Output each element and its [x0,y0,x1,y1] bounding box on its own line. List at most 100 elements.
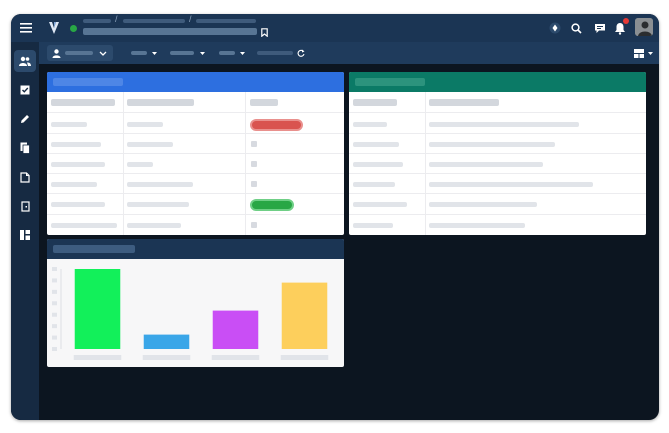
menu-icon[interactable] [19,21,33,35]
panel-chart [47,239,344,367]
sidebar-item-edit[interactable] [14,108,36,130]
layout-icon [633,48,644,58]
pencil-icon [20,114,30,124]
copy-icon [20,142,30,154]
y-tick-label [52,267,57,271]
table-cell [353,182,395,187]
chart-bar[interactable] [281,282,328,349]
table-cell [51,182,97,187]
user-icon [51,48,61,58]
panel-header [47,72,344,92]
status-indicator [251,222,257,228]
status-indicator [251,181,257,187]
table-cell [127,223,181,228]
row-divider [47,112,344,113]
table-cell [353,142,399,147]
sidebar-item-users[interactable] [14,50,36,72]
x-tick-label [73,355,122,360]
chart-bar[interactable] [143,334,190,349]
search-icon[interactable] [569,21,583,35]
panel-title [355,78,425,86]
table-cell [353,122,387,127]
checkbox-icon [20,85,30,95]
y-tick-label [52,289,57,294]
table-cell [127,162,153,167]
breadcrumb-item-1[interactable] [83,19,111,23]
chart-bar[interactable] [212,310,259,349]
y-tick-label [52,278,57,283]
row-divider [47,214,344,215]
column-header[interactable] [127,99,194,106]
table-cell [127,182,193,187]
table-cell [353,223,393,228]
y-tick-label [52,335,57,340]
panel-table-green [349,72,646,235]
panel-title [53,245,135,253]
sidebar [11,42,39,420]
row-divider [349,193,646,194]
table-cell [51,223,117,228]
panel-header [349,72,646,92]
menu-label-3 [219,51,235,55]
connection-status [70,25,77,32]
status-indicator [251,141,257,147]
row-divider [47,193,344,194]
sidebar-item-tasks[interactable] [14,79,36,101]
caret-down-icon [239,50,245,56]
chat-icon[interactable] [593,21,607,35]
y-tick-label [52,347,57,351]
logo-icon[interactable] [47,20,61,36]
layout-switcher[interactable] [633,46,655,60]
column-header[interactable] [429,99,499,106]
table-cell [429,162,543,167]
top-bar: / / [11,14,659,42]
toolbar [39,42,659,64]
user-selector[interactable] [47,45,113,61]
table-cell [51,202,105,207]
column-header[interactable] [250,99,278,106]
row-divider [47,133,344,134]
table-cell [127,142,173,147]
sidebar-item-dashboard[interactable] [14,224,36,246]
caret-down-icon [199,50,205,56]
table-cell [51,122,87,127]
menu-label-2 [170,51,194,55]
sidebar-item-copy[interactable] [14,137,36,159]
sync-status-text [257,51,293,55]
caret-down-icon [151,50,157,56]
status-badge-success [250,199,294,211]
x-tick-label [211,355,260,360]
table-cell [429,122,579,127]
status-indicator [251,161,257,167]
column-header[interactable] [353,99,397,106]
menu-label-1 [131,51,147,55]
status-badge-error [250,119,303,131]
breadcrumb-separator: / [115,14,118,24]
caret-down-icon [647,50,653,56]
table-cell [429,182,593,187]
sidebar-item-documents[interactable] [14,166,36,188]
row-divider [349,173,646,174]
y-tick-label [52,312,57,317]
refresh-icon[interactable] [296,48,305,57]
document-title[interactable] [83,28,257,35]
row-divider [47,153,344,154]
column-header[interactable] [51,99,115,106]
apps-icon[interactable] [548,21,562,35]
bookmark-icon[interactable] [259,27,269,37]
chart-bar[interactable] [74,269,121,349]
table-cell [51,142,101,147]
y-tick-label [52,301,57,306]
breadcrumb-item-2[interactable] [123,19,185,23]
table-cell [127,202,189,207]
avatar[interactable] [635,18,653,36]
x-tick-label [280,355,329,360]
row-divider [47,173,344,174]
dashboard-icon [20,230,30,240]
notification-badge [623,18,629,24]
sidebar-item-exit[interactable] [14,195,36,217]
y-tick-label [52,324,57,329]
breadcrumb-item-3[interactable] [196,19,256,23]
panel-table-blue [47,72,344,235]
panel-title [53,78,123,86]
